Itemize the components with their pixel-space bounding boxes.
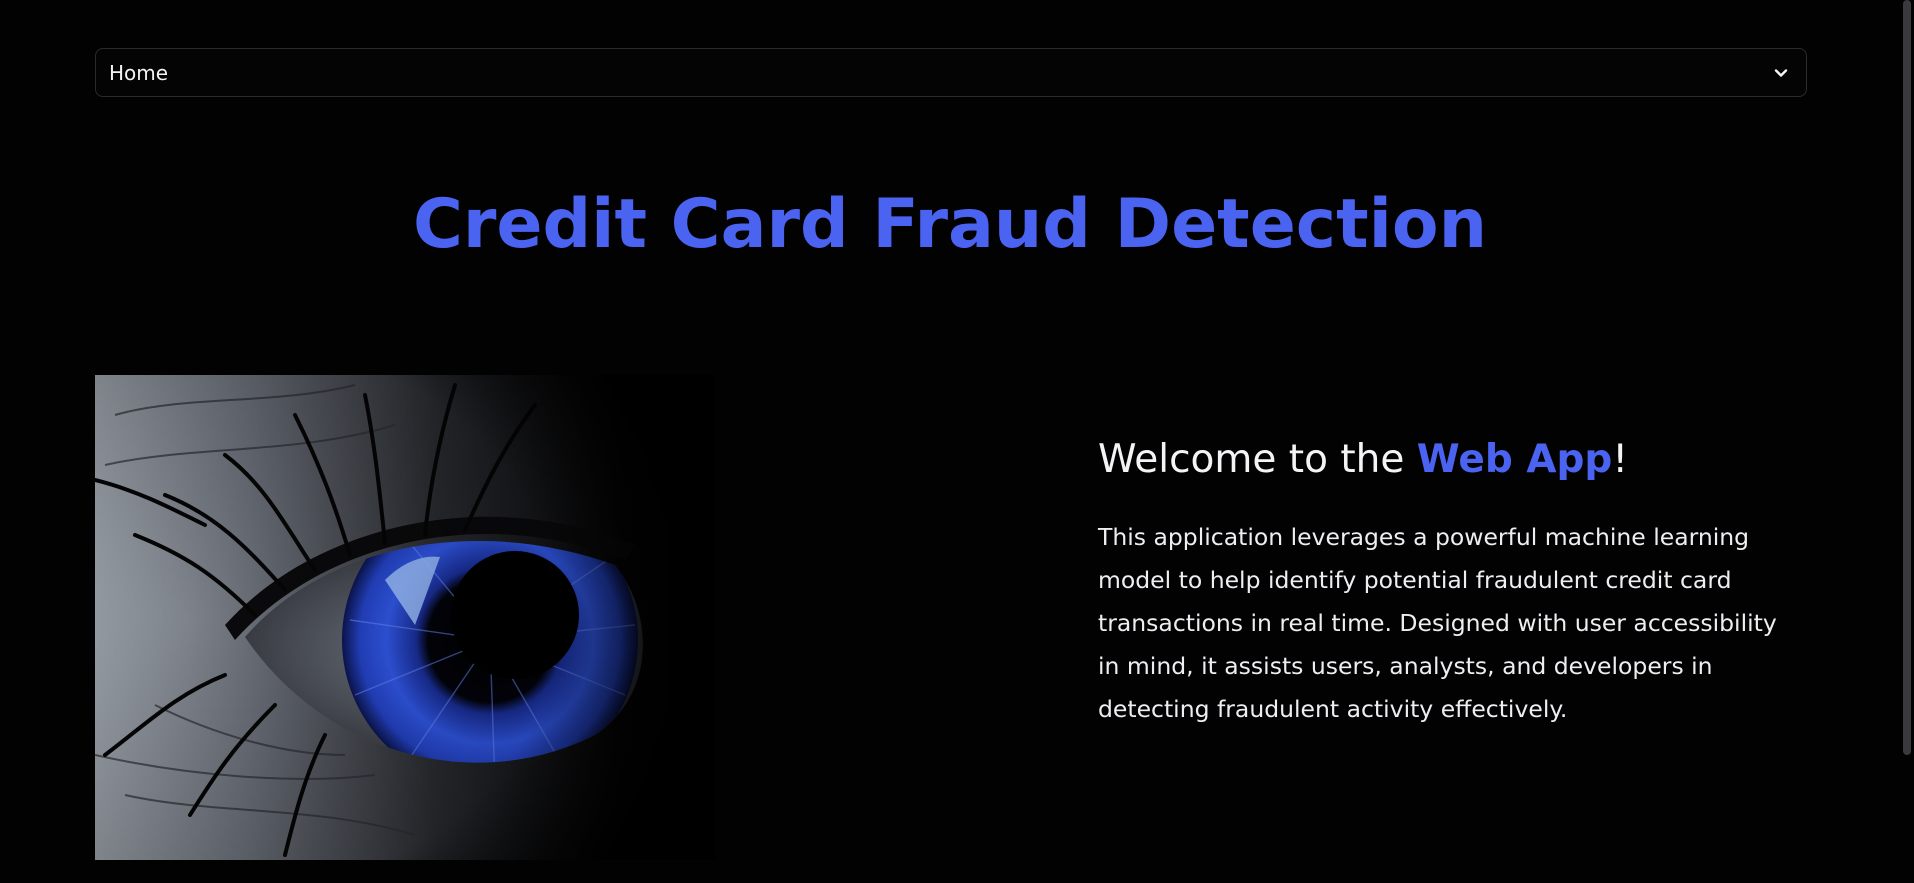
page-title: Credit Card Fraud Detection xyxy=(412,185,1488,264)
vertical-scrollbar[interactable] xyxy=(1900,0,1914,883)
scrollbar-thumb[interactable] xyxy=(1903,0,1911,755)
welcome-suffix: ! xyxy=(1612,437,1628,482)
page-select-value: Home xyxy=(109,60,169,85)
welcome-description: This application leverages a powerful ma… xyxy=(1098,523,1777,723)
welcome-prefix: Welcome to the xyxy=(1098,437,1417,482)
welcome-section: Welcome to the Web App! This application… xyxy=(1098,432,1798,731)
page-select[interactable]: Home xyxy=(95,48,1807,97)
chevron-down-icon xyxy=(1772,64,1790,82)
welcome-heading: Welcome to the Web App! xyxy=(1098,432,1798,488)
blue-eye-image xyxy=(95,375,715,860)
welcome-highlight: Web App xyxy=(1416,437,1613,482)
